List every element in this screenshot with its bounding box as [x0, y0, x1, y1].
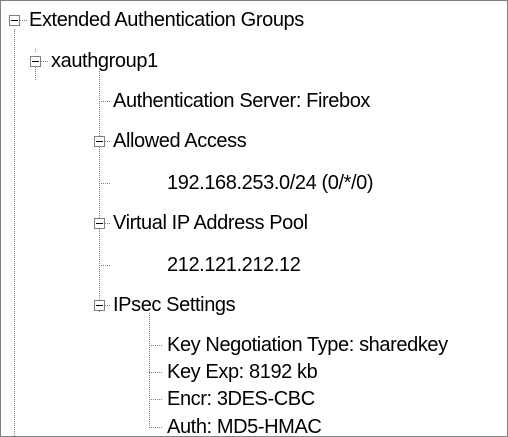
collapse-toggle-group[interactable] — [30, 56, 41, 67]
tree-node-xauthgroup1[interactable]: xauthgroup1 — [51, 47, 158, 75]
collapse-toggle-root[interactable] — [9, 15, 20, 26]
tree-node-auth-server[interactable]: Authentication Server: Firebox — [113, 87, 370, 115]
tree-node-root[interactable]: Extended Authentication Groups — [29, 6, 304, 34]
tree-node-vip-value[interactable]: 212.121.212.12 — [167, 251, 301, 279]
tree-node-key-exp[interactable]: Key Exp: 8192 kb — [167, 358, 318, 386]
tree-node-key-negotiation[interactable]: Key Negotiation Type: sharedkey — [167, 331, 448, 359]
tree-view[interactable]: Extended Authentication Groups xauthgrou… — [0, 0, 508, 437]
collapse-toggle-allowed-access[interactable] — [94, 136, 105, 147]
collapse-toggle-vip-pool[interactable] — [94, 218, 105, 229]
tree-node-allowed-value[interactable]: 192.168.253.0/24 (0/*/0) — [167, 169, 374, 197]
collapse-toggle-ipsec[interactable] — [94, 300, 105, 311]
tree-node-allowed-access[interactable]: Allowed Access — [113, 127, 247, 155]
tree-node-auth[interactable]: Auth: MD5-HMAC — [167, 413, 322, 436]
tree-node-ipsec-settings[interactable]: IPsec Settings — [113, 291, 236, 319]
tree-node-vip-pool[interactable]: Virtual IP Address Pool — [113, 209, 308, 237]
tree-node-encr[interactable]: Encr: 3DES-CBC — [167, 385, 315, 413]
